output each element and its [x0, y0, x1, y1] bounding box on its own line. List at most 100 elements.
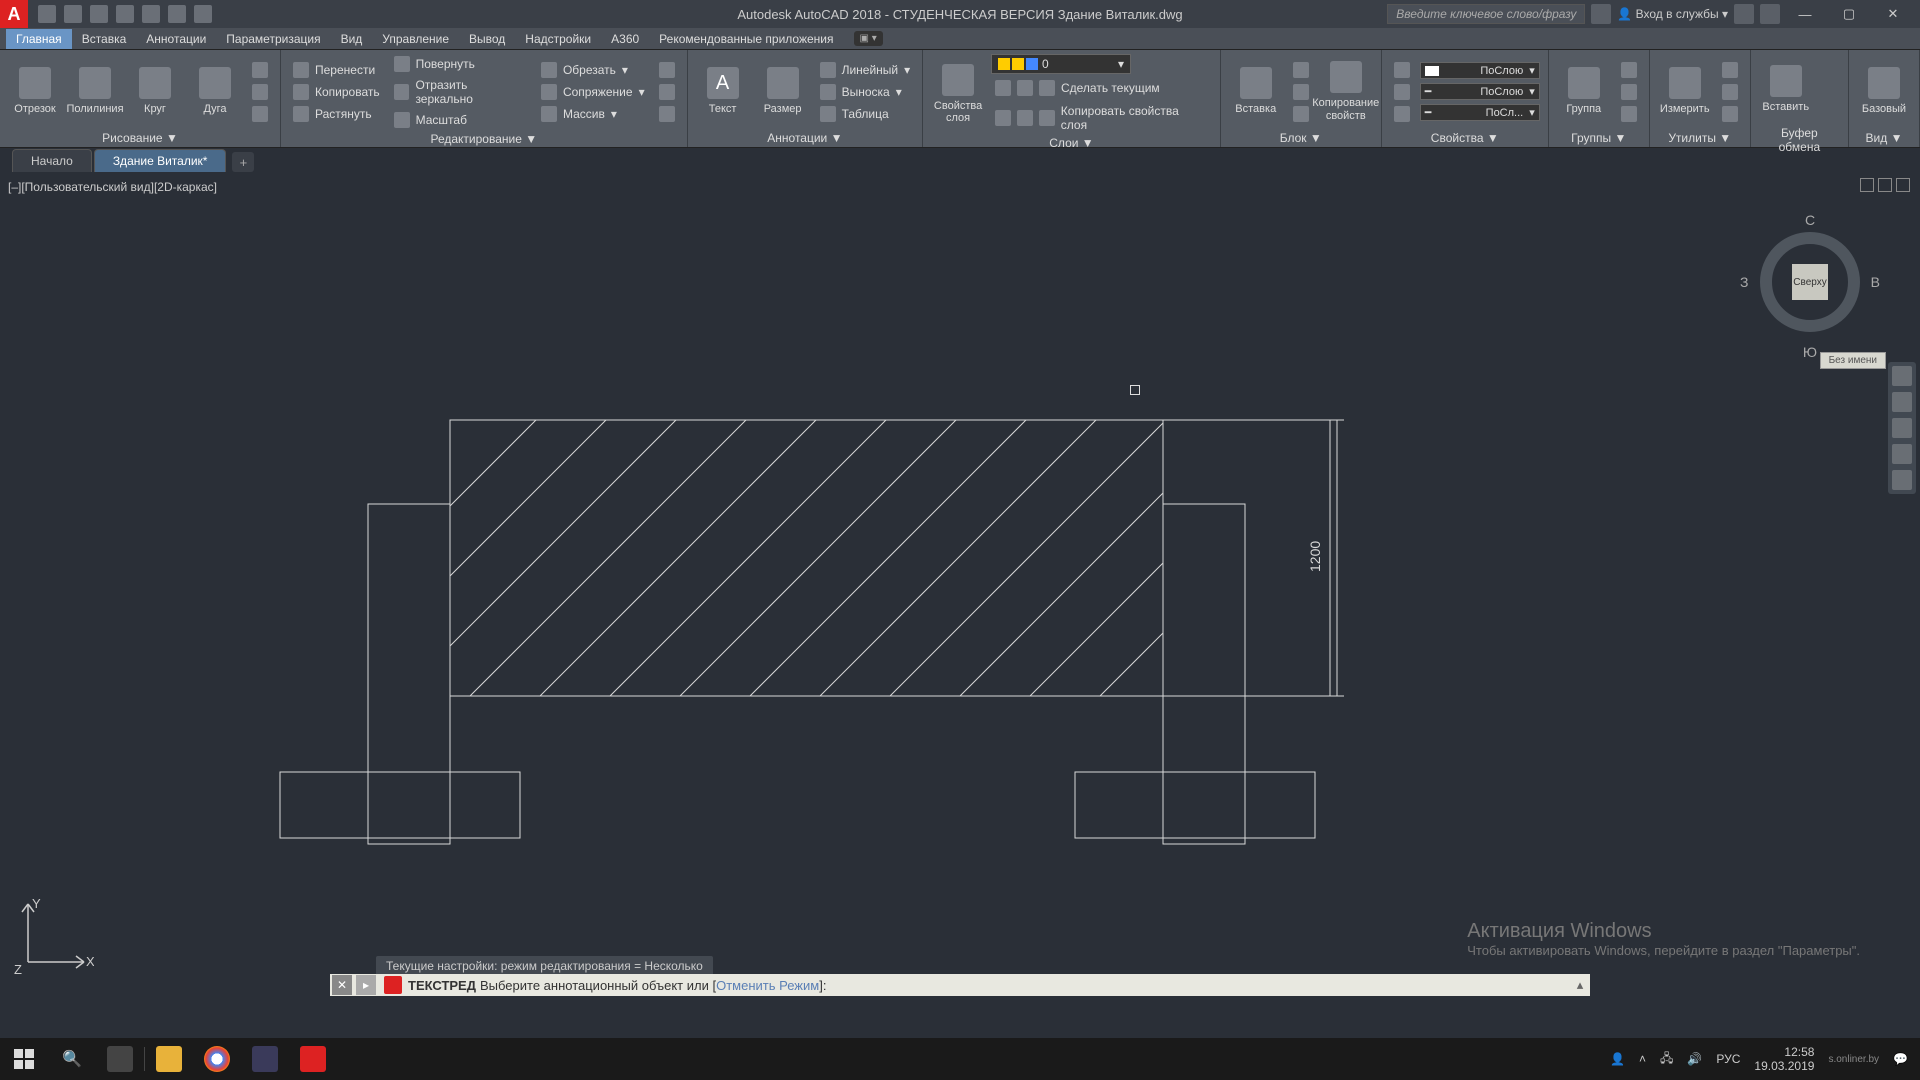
tab-addins[interactable]: Надстройки	[515, 29, 601, 49]
ribbon-overflow-icon[interactable]: ▣ ▾	[854, 31, 883, 46]
ucs-icon[interactable]: X Y Z	[14, 898, 94, 978]
panel-clipboard-title[interactable]: Буфер обмена	[1759, 124, 1840, 156]
rotate-button[interactable]: Повернуть	[390, 54, 531, 74]
tray-language[interactable]: РУС	[1716, 1052, 1740, 1066]
infocenter-icon[interactable]	[1591, 4, 1611, 24]
qat-new-icon[interactable]	[38, 5, 56, 23]
circle-button[interactable]: Круг	[128, 57, 182, 127]
tab-current-drawing[interactable]: Здание Виталик*	[94, 149, 227, 172]
taskbar-app3-icon[interactable]	[241, 1038, 289, 1080]
tab-new-button[interactable]: +	[232, 152, 254, 172]
panel-draw-title[interactable]: Рисование ▼	[8, 129, 272, 147]
search-input[interactable]: Введите ключевое слово/фразу	[1387, 4, 1585, 24]
tray-network-icon[interactable]: 🖧	[1660, 1049, 1673, 1070]
panel-layers-title[interactable]: Слои ▼	[931, 134, 1212, 152]
tray-people-icon[interactable]: 👤	[1610, 1052, 1625, 1066]
panel-annotation-title[interactable]: Аннотации ▼	[696, 129, 915, 147]
qat-saveas-icon[interactable]	[116, 5, 134, 23]
prop-extra-2[interactable]	[1390, 82, 1414, 102]
app-menu-icon[interactable]: A	[0, 0, 28, 28]
maximize-button[interactable]: ▢	[1830, 2, 1868, 26]
cmdline-expand-icon[interactable]: ▴	[1570, 977, 1590, 993]
minimize-button[interactable]: —	[1786, 2, 1824, 26]
command-line[interactable]: ✕ ▸ ТЕКСТРЕД Выберите аннотационный объе…	[330, 974, 1590, 996]
qat-print-icon[interactable]	[142, 5, 160, 23]
mirror-button[interactable]: Отразить зеркально	[390, 76, 531, 108]
panel-modify-title[interactable]: Редактирование ▼	[289, 130, 679, 148]
match-layer-button[interactable]: Копировать свойства слоя	[991, 102, 1212, 134]
polyline-button[interactable]: Полилиния	[68, 57, 122, 127]
trim-button[interactable]: Обрезать ▾	[537, 60, 649, 80]
table-button[interactable]: Таблица	[816, 104, 915, 124]
lineweight-dropdown[interactable]: ━ПоСлою ▾	[1420, 83, 1540, 100]
block-extra-3[interactable]	[1289, 104, 1313, 124]
modify-extra-3[interactable]	[655, 104, 679, 124]
tray-volume-icon[interactable]: 🔊	[1687, 1052, 1702, 1066]
block-extra-1[interactable]	[1289, 60, 1313, 80]
measure-button[interactable]: Измерить	[1658, 57, 1712, 127]
utils-extra-2[interactable]	[1718, 82, 1742, 102]
command-option-undo[interactable]: Отменить	[716, 978, 775, 993]
panel-view-title[interactable]: Вид ▼	[1857, 129, 1911, 147]
prop-extra-1[interactable]	[1390, 60, 1414, 80]
tab-annotate[interactable]: Аннотации	[136, 29, 216, 49]
tab-insert[interactable]: Вставка	[72, 29, 137, 49]
dimension-value[interactable]: 1200	[1307, 541, 1323, 572]
make-current-button[interactable]: Сделать текущим	[991, 78, 1212, 98]
tab-output[interactable]: Вывод	[459, 29, 515, 49]
modify-extra-1[interactable]	[655, 60, 679, 80]
tab-start[interactable]: Начало	[12, 149, 92, 172]
modify-extra-2[interactable]	[655, 82, 679, 102]
draw-extra-1[interactable]	[248, 60, 272, 80]
move-button[interactable]: Перенести	[289, 60, 384, 80]
prop-extra-3[interactable]	[1390, 104, 1414, 124]
arc-button[interactable]: Дуга	[188, 57, 242, 127]
leader-button[interactable]: Выноска ▾	[816, 82, 915, 102]
taskbar-explorer-icon[interactable]	[145, 1038, 193, 1080]
qat-open-icon[interactable]	[64, 5, 82, 23]
draw-extra-2[interactable]	[248, 82, 272, 102]
taskbar-chrome-icon[interactable]	[193, 1038, 241, 1080]
fillet-button[interactable]: Сопряжение ▾	[537, 82, 649, 102]
tab-view[interactable]: Вид	[331, 29, 373, 49]
panel-utilities-title[interactable]: Утилиты ▼	[1658, 129, 1742, 147]
panel-properties-title[interactable]: Свойства ▼	[1390, 129, 1540, 147]
close-button[interactable]: ✕	[1874, 2, 1912, 26]
exchange-icon[interactable]	[1734, 4, 1754, 24]
tab-a360[interactable]: A360	[601, 29, 649, 49]
linetype-dropdown[interactable]: ━ПоСл... ▾	[1420, 104, 1540, 121]
tray-chevron-icon[interactable]: ˄	[1639, 1052, 1646, 1066]
layer-dropdown[interactable]: 0▾	[991, 54, 1131, 74]
utils-extra-3[interactable]	[1718, 104, 1742, 124]
draw-extra-3[interactable]	[248, 104, 272, 124]
line-button[interactable]: Отрезок	[8, 57, 62, 127]
start-button[interactable]	[0, 1038, 48, 1080]
qat-redo-icon[interactable]	[194, 5, 212, 23]
panel-groups-title[interactable]: Группы ▼	[1557, 129, 1641, 147]
group-extra-3[interactable]	[1617, 104, 1641, 124]
matchprop-button[interactable]: Копирование свойств	[1319, 57, 1373, 127]
signin-label[interactable]: 👤 Вход в службы ▾	[1617, 7, 1728, 21]
tray-notifications-icon[interactable]: 💬	[1893, 1052, 1908, 1066]
stretch-button[interactable]: Растянуть	[289, 104, 384, 124]
drawing-viewport[interactable]: [–][Пользовательский вид][2D-каркас] Све…	[0, 172, 1920, 1038]
command-option-mode[interactable]: Режим	[779, 978, 819, 993]
taskview-icon[interactable]	[96, 1038, 144, 1080]
tab-manage[interactable]: Управление	[372, 29, 459, 49]
color-dropdown[interactable]: ПоСлою ▾	[1420, 62, 1540, 79]
group-extra-2[interactable]	[1617, 82, 1641, 102]
tab-home[interactable]: Главная	[6, 29, 72, 49]
insert-block-button[interactable]: Вставка	[1229, 57, 1283, 127]
qat-save-icon[interactable]	[90, 5, 108, 23]
array-button[interactable]: Массив ▾	[537, 104, 649, 124]
scale-button[interactable]: Масштаб	[390, 110, 531, 130]
utils-extra-1[interactable]	[1718, 60, 1742, 80]
cmdline-close-icon[interactable]: ✕	[332, 975, 352, 995]
tray-clock[interactable]: 12:58 19.03.2019	[1754, 1045, 1814, 1074]
tray-corner-badge[interactable]: s.onliner.by	[1828, 1054, 1879, 1065]
taskbar-autocad-icon[interactable]	[289, 1038, 337, 1080]
text-button[interactable]: AТекст	[696, 57, 750, 127]
layer-properties-button[interactable]: Свойства слоя	[931, 59, 985, 129]
dimension-button[interactable]: Размер	[756, 57, 810, 127]
help-icon[interactable]	[1760, 4, 1780, 24]
